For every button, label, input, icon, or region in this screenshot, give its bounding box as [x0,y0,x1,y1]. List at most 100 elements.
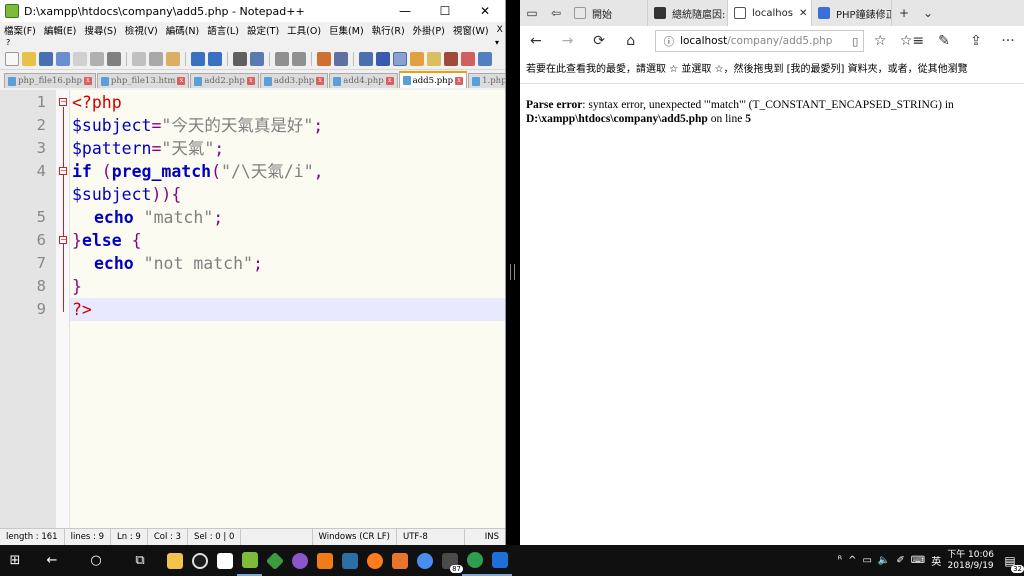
taskbar-monitor-app[interactable] [337,545,362,576]
show-all-chars-icon[interactable] [376,51,390,66]
forward-icon[interactable]: → [552,33,584,49]
menu-plugins[interactable]: 外掛(P) [413,23,445,37]
tab-close-icon[interactable]: x [385,77,394,85]
menu-help[interactable]: ? [6,38,10,48]
minimize-button[interactable]: — [385,0,425,22]
save-all-icon[interactable] [56,51,70,66]
web-notes-icon[interactable]: ✎ [928,33,960,49]
back-icon[interactable]: ← [30,545,74,576]
action-center-icon[interactable]: ▤ 32 [1000,554,1024,573]
tab-php-file13[interactable]: php_file13.htm x [96,73,190,88]
tab-add4[interactable]: add4.php x [329,73,398,88]
taskbar-file-explorer[interactable] [162,545,187,576]
browser-tab-start[interactable]: 開始 [568,0,648,26]
find-icon[interactable] [233,51,247,66]
code-area[interactable]: <?php $subject="今天的天氣真是好"; $pattern="天氣"… [70,90,505,528]
menu-tools[interactable]: 工具(O) [287,23,321,37]
menu-window[interactable]: 視窗(W) [453,23,489,37]
tab-close-icon[interactable]: x [83,77,92,85]
cut-icon[interactable] [132,51,146,66]
set-aside-tabs-icon[interactable]: ⇦ [544,0,568,26]
home-icon[interactable]: ⌂ [615,33,647,49]
close-tab-icon[interactable]: ✕ [799,8,807,19]
doc-map-icon[interactable] [427,51,441,66]
menu-run[interactable]: 執行(R) [372,23,405,37]
menu-view[interactable]: 檢視(V) [125,23,158,37]
maximize-button[interactable]: ☐ [425,0,465,22]
tab-add5[interactable]: add5.php x [398,71,468,88]
taskbar-clock[interactable]: 下午 10:06 2018/9/19 [947,550,994,572]
tab-close-icon[interactable]: x [246,77,255,85]
tab-close-icon[interactable]: x [177,77,186,85]
tab-close-icon[interactable]: x [455,76,464,85]
search-icon[interactable]: ○ [74,545,118,576]
touch-keyboard-icon[interactable]: ⌨ [911,555,925,566]
sync-horizontal-icon[interactable] [334,51,348,66]
indent-guide-icon[interactable] [393,51,407,66]
taskbar-diamond-app[interactable] [262,545,287,576]
browser-tab-news[interactable]: 總統隨扈因: [648,0,728,26]
undo-icon[interactable] [191,51,205,66]
language-icon[interactable] [410,51,424,66]
npp-title-bar[interactable]: D:\xampp\htdocs\company\add5.php - Notep… [0,0,505,22]
tab-close-icon[interactable]: x [316,77,325,85]
menu-edit[interactable]: 編輯(E) [44,23,76,37]
print-icon[interactable] [107,51,121,66]
taskbar-chrome-alt[interactable] [412,545,437,576]
tab-menu-chevron-icon[interactable]: ⌄ [916,0,940,26]
paste-icon[interactable] [166,51,180,66]
tab-add3[interactable]: add3.php x [259,73,329,88]
refresh-icon[interactable]: ⟳ [583,33,615,49]
tab-1-php[interactable]: 1.phpx [468,73,505,88]
site-info-icon[interactable]: ⓘ [664,34,675,49]
redo-icon[interactable] [208,51,222,66]
close-file-icon[interactable] [73,51,87,66]
add-favorite-icon[interactable]: ☆ [864,33,896,49]
replace-icon[interactable] [250,51,264,66]
status-encoding[interactable]: UTF-8 [397,528,465,545]
taskbar-firefox[interactable] [362,545,387,576]
pen-workspace-icon[interactable]: ✐ [896,555,904,566]
taskbar-edge[interactable] [487,545,512,576]
tab-php-file16[interactable]: php_file16.php x [4,73,96,88]
reading-view-icon[interactable]: ▯ [852,35,858,48]
volume-icon[interactable]: 🔈 [878,555,890,566]
function-list-icon[interactable] [444,51,458,66]
play-macro-icon[interactable] [478,51,492,66]
menu-language[interactable]: 語言(L) [207,23,239,37]
zoom-in-icon[interactable] [275,51,289,66]
people-icon[interactable]: ᴿ [838,555,842,566]
close-all-icon[interactable] [90,51,104,66]
new-file-icon[interactable] [5,51,19,66]
sync-scroll-icon[interactable] [317,51,331,66]
share-icon[interactable]: ⇪ [960,33,992,49]
input-language[interactable]: 英 [931,553,941,568]
copy-icon[interactable] [149,51,163,66]
taskbar-chrome[interactable] [462,545,487,576]
taskbar-google[interactable] [212,545,237,576]
menu-overflow-icon[interactable]: ▾ [495,38,499,48]
menu-file[interactable]: 檔案(F) [4,23,36,37]
task-view-icon[interactable]: ⧉ [118,545,162,576]
address-bar[interactable]: ⓘ localhost/company/add5.php ▯ [654,30,865,52]
taskbar-clock-app[interactable] [187,545,212,576]
fold-toggle-icon[interactable]: − [59,236,67,244]
taskbar-xampp[interactable] [312,545,337,576]
taskbar-purple-app[interactable] [287,545,312,576]
code-editor[interactable]: 1 2 3 4 5 6 7 8 9 − − − <?php $subject="… [0,90,505,528]
tab-add2[interactable]: add2.php x [190,73,259,88]
status-eol[interactable]: Windows (CR LF) [313,528,397,545]
start-icon[interactable]: ⊞ [0,545,30,576]
favorites-hub-icon[interactable]: ☆≡ [896,33,928,49]
save-icon[interactable] [39,51,53,66]
menu-macro[interactable]: 巨集(M) [329,23,364,37]
menu-settings[interactable]: 設定(T) [247,23,279,37]
record-macro-icon[interactable] [461,51,475,66]
close-button[interactable]: ✕ [465,0,505,22]
fold-toggle-icon[interactable]: − [59,167,67,175]
browser-tab-localhost[interactable]: localhos ✕ [728,0,812,26]
splitter-grip-icon[interactable] [510,264,515,280]
close-document-button[interactable]: X [497,25,503,35]
menu-search[interactable]: 搜尋(S) [84,23,116,37]
taskbar-mail[interactable]: 87 [437,545,463,576]
